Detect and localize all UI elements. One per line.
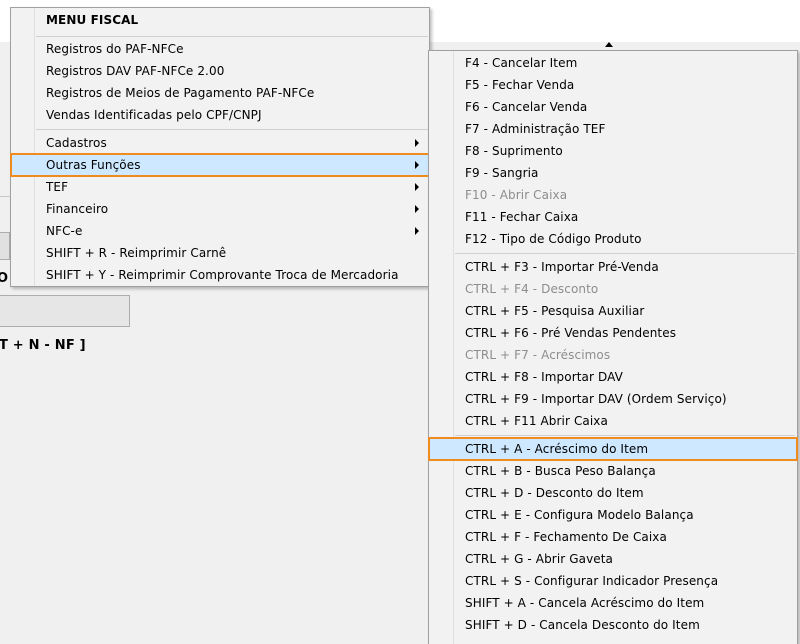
- menu-item-label: Cadastros: [46, 136, 107, 150]
- menu-item-label: CTRL + F9 - Importar DAV (Ordem Serviço): [465, 392, 727, 406]
- menu-item-label: CTRL + S - Configurar Indicador Presença: [465, 574, 719, 588]
- menu-item-financeiro[interactable]: Financeiro: [11, 198, 429, 220]
- menu-item-label: CTRL + G - Abrir Gaveta: [465, 552, 614, 566]
- menu-separator: [36, 129, 428, 130]
- submenu-arrow-icon: [415, 183, 419, 191]
- menu-item-ctrl-g-abrir-gaveta[interactable]: CTRL + G - Abrir Gaveta: [429, 548, 797, 570]
- menu-item-label: CTRL + F7 - Acréscimos: [465, 348, 611, 362]
- menu-item-f7-administracao-tef[interactable]: F7 - Administração TEF: [429, 118, 797, 140]
- menu-item-label: F5 - Fechar Venda: [465, 78, 575, 92]
- menu-item-label: SHIFT + R - Reimprimir Carnê: [46, 246, 227, 260]
- background-button[interactable]: [0, 232, 10, 260]
- menu-item-label: F11 - Fechar Caixa: [465, 210, 579, 224]
- menu-item-f11-fechar-caixa[interactable]: F11 - Fechar Caixa: [429, 206, 797, 228]
- submenu-arrow-icon: [415, 227, 419, 235]
- menu-item-label: F6 - Cancelar Venda: [465, 100, 588, 114]
- menu-item-label: CTRL + F4 - Desconto: [465, 282, 599, 296]
- menu-item-label: CTRL + F3 - Importar Pré-Venda: [465, 260, 659, 274]
- menu-item-ctrl-e-configura-balanca[interactable]: CTRL + E - Configura Modelo Balança: [429, 504, 797, 526]
- menu-item-f10-abrir-caixa: F10 - Abrir Caixa: [429, 184, 797, 206]
- menu-item-shift-a-cancela-acrescimo[interactable]: SHIFT + A - Cancela Acréscimo do Item: [429, 592, 797, 614]
- main-fiscal-menu: MENU FISCAL Registros do PAF-NFCe Regist…: [10, 7, 430, 287]
- menu-item-f12-tipo-codigo-produto[interactable]: F12 - Tipo de Código Produto: [429, 228, 797, 250]
- menu-item-label: F9 - Sangria: [465, 166, 539, 180]
- menu-item-shift-d-cancela-desconto[interactable]: SHIFT + D - Cancela Desconto do Item: [429, 614, 797, 636]
- background-label: O: [0, 271, 9, 286]
- menu-item-ctrl-f8-importar-dav[interactable]: CTRL + F8 - Importar DAV: [429, 366, 797, 388]
- scroll-up-arrow-icon[interactable]: [605, 42, 613, 47]
- menu-item-label: Vendas Identificadas pelo CPF/CNPJ: [46, 108, 262, 122]
- menu-item-ctrl-a-acrescimo-item[interactable]: CTRL + A - Acréscimo do Item: [428, 437, 798, 461]
- menu-item-ctrl-f7-acrescimos: CTRL + F7 - Acréscimos: [429, 344, 797, 366]
- menu-item-ctrl-f6-pre-vendas-pendentes[interactable]: CTRL + F6 - Pré Vendas Pendentes: [429, 322, 797, 344]
- menu-item-label: CTRL + E - Configura Modelo Balança: [465, 508, 694, 522]
- menu-item-label: F10 - Abrir Caixa: [465, 188, 568, 202]
- menu-item-label: F12 - Tipo de Código Produto: [465, 232, 642, 246]
- menu-item-f6-cancelar-venda[interactable]: F6 - Cancelar Venda: [429, 96, 797, 118]
- menu-item-registros-meios-pagamento[interactable]: Registros de Meios de Pagamento PAF-NFCe: [11, 82, 429, 104]
- menu-item-label: CTRL + F8 - Importar DAV: [465, 370, 623, 384]
- menu-item-label: CTRL + F11 Abrir Caixa: [465, 414, 608, 428]
- submenu-arrow-icon: [415, 161, 419, 169]
- menu-item-reimprimir-comprovante-troca[interactable]: SHIFT + Y - Reimprimir Comprovante Troca…: [11, 264, 429, 286]
- menu-item-ctrl-f11-abrir-caixa[interactable]: CTRL + F11 Abrir Caixa: [429, 410, 797, 432]
- menu-item-label: Registros do PAF-NFCe: [46, 42, 184, 56]
- menu-item-outras-funcoes[interactable]: Outras Funções: [10, 153, 430, 177]
- submenu-outras-funcoes: F4 - Cancelar Item F5 - Fechar Venda F6 …: [428, 50, 798, 644]
- menu-item-label: CTRL + A - Acréscimo do Item: [465, 442, 649, 456]
- menu-item-label: CTRL + F5 - Pesquisa Auxiliar: [465, 304, 645, 318]
- menu-item-ctrl-s-indicador-presenca[interactable]: CTRL + S - Configurar Indicador Presença: [429, 570, 797, 592]
- menu-item-vendas-identificadas[interactable]: Vendas Identificadas pelo CPF/CNPJ: [11, 104, 429, 126]
- menu-item-tef[interactable]: TEF: [11, 176, 429, 198]
- menu-item-label: Outras Funções: [46, 158, 141, 172]
- menu-item-label: SHIFT + D - Cancela Desconto do Item: [465, 618, 700, 632]
- menu-item-label: TEF: [46, 180, 69, 194]
- menu-item-ctrl-f9-importar-dav-os[interactable]: CTRL + F9 - Importar DAV (Ordem Serviço): [429, 388, 797, 410]
- menu-item-ctrl-f-fechamento-caixa[interactable]: CTRL + F - Fechamento De Caixa: [429, 526, 797, 548]
- menu-item-ctrl-f4-desconto: CTRL + F4 - Desconto: [429, 278, 797, 300]
- menu-item-registros-paf-nfce[interactable]: Registros do PAF-NFCe: [11, 38, 429, 60]
- menu-item-label: SHIFT + Y - Reimprimir Comprovante Troca…: [46, 268, 399, 282]
- menu-item-label: F8 - Suprimento: [465, 144, 563, 158]
- menu-item-f9-sangria[interactable]: F9 - Sangria: [429, 162, 797, 184]
- background-shortcut-hint: T + N - NF ]: [0, 338, 86, 353]
- menu-item-label: CTRL + F - Fechamento De Caixa: [465, 530, 667, 544]
- menu-item-f5-fechar-venda[interactable]: F5 - Fechar Venda: [429, 74, 797, 96]
- menu-item-reimprimir-carne[interactable]: SHIFT + R - Reimprimir Carnê: [11, 242, 429, 264]
- menu-separator: [36, 36, 428, 37]
- menu-item-label: CTRL + D - Desconto do Item: [465, 486, 644, 500]
- background-input-field[interactable]: [0, 295, 130, 327]
- menu-item-f8-suprimento[interactable]: F8 - Suprimento: [429, 140, 797, 162]
- menu-item-label: Registros DAV PAF-NFCe 2.00: [46, 64, 225, 78]
- menu-item-registros-dav[interactable]: Registros DAV PAF-NFCe 2.00: [11, 60, 429, 82]
- menu-separator: [455, 435, 795, 436]
- menu-item-label: Registros de Meios de Pagamento PAF-NFCe: [46, 86, 315, 100]
- menu-item-label: F7 - Administração TEF: [465, 122, 606, 136]
- menu-item-f4-cancelar-item[interactable]: F4 - Cancelar Item: [429, 52, 797, 74]
- menu-item-cadastros[interactable]: Cadastros: [11, 132, 429, 154]
- menu-item-ctrl-f5-pesquisa-auxiliar[interactable]: CTRL + F5 - Pesquisa Auxiliar: [429, 300, 797, 322]
- submenu-arrow-icon: [415, 205, 419, 213]
- menu-separator: [455, 253, 795, 254]
- menu-item-label: SHIFT + A - Cancela Acréscimo do Item: [465, 596, 705, 610]
- menu-item-ctrl-b-busca-peso[interactable]: CTRL + B - Busca Peso Balança: [429, 460, 797, 482]
- menu-item-label: F4 - Cancelar Item: [465, 56, 578, 70]
- menu-item-label: Financeiro: [46, 202, 109, 216]
- menu-item-nfce[interactable]: NFC-e: [11, 220, 429, 242]
- menu-item-label: CTRL + B - Busca Peso Balança: [465, 464, 656, 478]
- menu-item-ctrl-f3-importar-pre-venda[interactable]: CTRL + F3 - Importar Pré-Venda: [429, 256, 797, 278]
- menu-item-label: NFC-e: [46, 224, 83, 238]
- menu-header-fiscal: MENU FISCAL: [46, 13, 139, 27]
- menu-item-label: CTRL + F6 - Pré Vendas Pendentes: [465, 326, 677, 340]
- menu-item-ctrl-d-desconto-item[interactable]: CTRL + D - Desconto do Item: [429, 482, 797, 504]
- submenu-arrow-icon: [415, 139, 419, 147]
